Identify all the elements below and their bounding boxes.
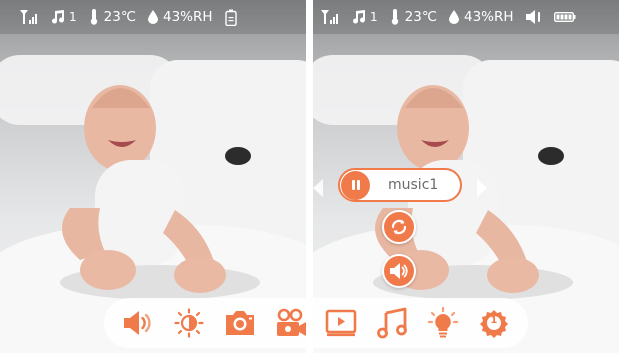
volume-icon bbox=[390, 263, 408, 279]
status-bar-right: 1 23℃ 43%RH bbox=[313, 0, 619, 34]
playback-button[interactable] bbox=[324, 306, 358, 340]
timer-badge: 1 bbox=[490, 315, 498, 326]
repeat-icon bbox=[391, 219, 407, 235]
brightness-icon bbox=[174, 308, 204, 338]
music-count: 1 bbox=[69, 10, 77, 24]
battery-icon bbox=[553, 12, 576, 22]
music-note-icon: 1 bbox=[351, 10, 378, 24]
pause-icon bbox=[351, 180, 360, 190]
humidity-drop-icon: 43%RH bbox=[448, 9, 514, 25]
battery-icon bbox=[224, 9, 237, 26]
video-camera-icon bbox=[276, 308, 306, 336]
bottom-toolbar: 1 bbox=[104, 298, 528, 348]
temperature-value: 23℃ bbox=[404, 9, 437, 25]
light-bulb-icon bbox=[428, 307, 459, 338]
volume-icon bbox=[124, 311, 151, 335]
signal-icon bbox=[20, 10, 38, 24]
music-count: 1 bbox=[370, 10, 378, 24]
repeat-button[interactable] bbox=[382, 210, 416, 244]
speaker-icon bbox=[525, 10, 542, 24]
status-bar-left: 1 23℃ 43%RH bbox=[0, 0, 306, 34]
snapshot-button[interactable] bbox=[223, 306, 257, 340]
timer-button[interactable]: 1 bbox=[477, 306, 511, 340]
previous-track-arrow-icon[interactable] bbox=[313, 179, 323, 197]
brightness-button[interactable] bbox=[172, 306, 206, 340]
night-light-button[interactable] bbox=[426, 306, 460, 340]
camera-icon bbox=[225, 311, 254, 335]
next-track-arrow-icon[interactable] bbox=[477, 179, 487, 197]
humidity-value: 43%RH bbox=[463, 9, 514, 25]
playback-icon bbox=[326, 309, 357, 337]
music-player-pill[interactable]: music1 bbox=[338, 168, 462, 202]
music-note-icon bbox=[377, 307, 408, 339]
music-note-icon: 1 bbox=[50, 10, 77, 24]
humidity-drop-icon: 43%RH bbox=[147, 9, 213, 25]
pause-button[interactable] bbox=[341, 170, 370, 200]
temperature-value: 23℃ bbox=[103, 9, 136, 25]
signal-icon bbox=[321, 10, 339, 24]
volume-button[interactable] bbox=[121, 306, 155, 340]
record-video-button[interactable] bbox=[274, 306, 308, 340]
music-volume-button[interactable] bbox=[382, 254, 416, 288]
thermometer-icon: 23℃ bbox=[390, 9, 437, 25]
music-button[interactable] bbox=[375, 306, 409, 340]
baby-monitor-screen: 1 23℃ 43%RH 1 23℃ 43%RH music1 1 bbox=[0, 0, 619, 353]
track-name: music1 bbox=[388, 177, 439, 193]
thermometer-icon: 23℃ bbox=[89, 9, 136, 25]
humidity-value: 43%RH bbox=[162, 9, 213, 25]
